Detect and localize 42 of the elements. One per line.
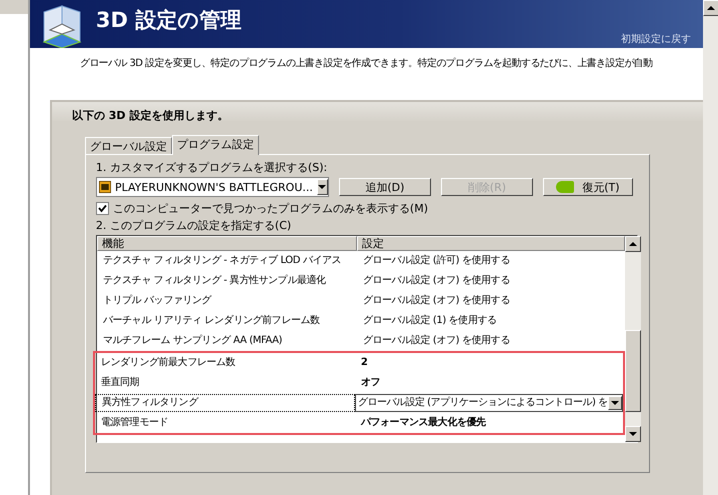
scrollbar[interactable] bbox=[624, 236, 641, 442]
table-cell-text: テクスチャ フィルタリング - 異方性サンプル最適化 bbox=[102, 274, 327, 288]
restore-defaults-link[interactable]: 初期設定に戻す bbox=[621, 32, 691, 46]
window-scrollbar[interactable] bbox=[703, 0, 718, 495]
table-cell-text: レンダリング前最大フレーム数 bbox=[100, 356, 236, 370]
dropdown-value: グローバル設定 (アプリケーションによるコントロール) を bbox=[358, 396, 608, 410]
button[interactable]: 追加(D) bbox=[338, 178, 431, 196]
table-cell-text: トリプル バッファリング bbox=[102, 294, 212, 308]
step-label: 2. このプログラムの設定を指定する(C) bbox=[96, 218, 292, 233]
table-cell-text: グローバル設定 (1) を使用する bbox=[362, 314, 498, 328]
page-title: 3D 設定の管理 bbox=[96, 7, 242, 34]
column-header[interactable]: 機能 bbox=[96, 236, 357, 251]
table-cell-text: 垂直同期 bbox=[100, 376, 140, 390]
panel-title: 以下の 3D 設定を使用します。 bbox=[72, 108, 230, 124]
button[interactable]: 復元(T) bbox=[542, 178, 633, 196]
table-cell-text: グローバル設定 (許可) を使用する bbox=[362, 254, 511, 268]
dropdown-value: PLAYERUNKNOWN'S BATTLEGROU... bbox=[114, 180, 313, 194]
table-cell-text: パフォーマンス最大化を優先 bbox=[360, 416, 487, 430]
table-cell-text: 電源管理モード bbox=[100, 416, 170, 430]
table-cell-text: 2 bbox=[360, 356, 368, 370]
scroll-up-icon[interactable] bbox=[624, 236, 641, 252]
step-label: 1. カスタマイズするプログラムを選択する(S): bbox=[96, 160, 328, 175]
table-cell-text: マルチフレーム サンプリング AA (MFAA) bbox=[102, 334, 284, 348]
table-cell-text: グローバル設定 (オフ) を使用する bbox=[362, 294, 511, 308]
checkbox-label: このコンピューターで見つかったプログラムのみを表示する(M) bbox=[112, 201, 428, 216]
table-cell-text: バーチャル リアリティ レンダリング前フレーム数 bbox=[102, 314, 321, 328]
table-cell-text: オフ bbox=[360, 376, 382, 390]
game-logo-icon bbox=[98, 179, 111, 195]
scroll-thumb[interactable] bbox=[624, 330, 641, 412]
tab[interactable]: グローバル設定 bbox=[84, 137, 172, 154]
tab[interactable]: プログラム設定 bbox=[172, 135, 259, 155]
program-dropdown[interactable]: PLAYERUNKNOWN'S BATTLEGROU... bbox=[96, 177, 329, 197]
checkbox[interactable] bbox=[96, 202, 109, 215]
table-cell: 異方性フィルタリング bbox=[94, 394, 355, 412]
column-header[interactable]: 設定 bbox=[356, 236, 625, 251]
scroll-up-icon[interactable] bbox=[703, 0, 718, 16]
table-cell-text: グローバル設定 (オフ) を使用する bbox=[362, 334, 511, 348]
table-cell-text: グローバル設定 (オフ) を使用する bbox=[362, 274, 511, 288]
scroll-down-icon[interactable] bbox=[624, 426, 641, 442]
description-text: グローバル 3D 設定を変更し、特定のプログラムの上書き設定を作成できます。特定のプログラムを起動するたびに、上書き設定が自動 bbox=[78, 56, 654, 71]
table-cell-text: テクスチャ フィルタリング - ネガティブ LOD バイアス bbox=[102, 254, 342, 268]
setting-dropdown[interactable]: グローバル設定 (アプリケーションによるコントロール) を bbox=[354, 394, 623, 412]
